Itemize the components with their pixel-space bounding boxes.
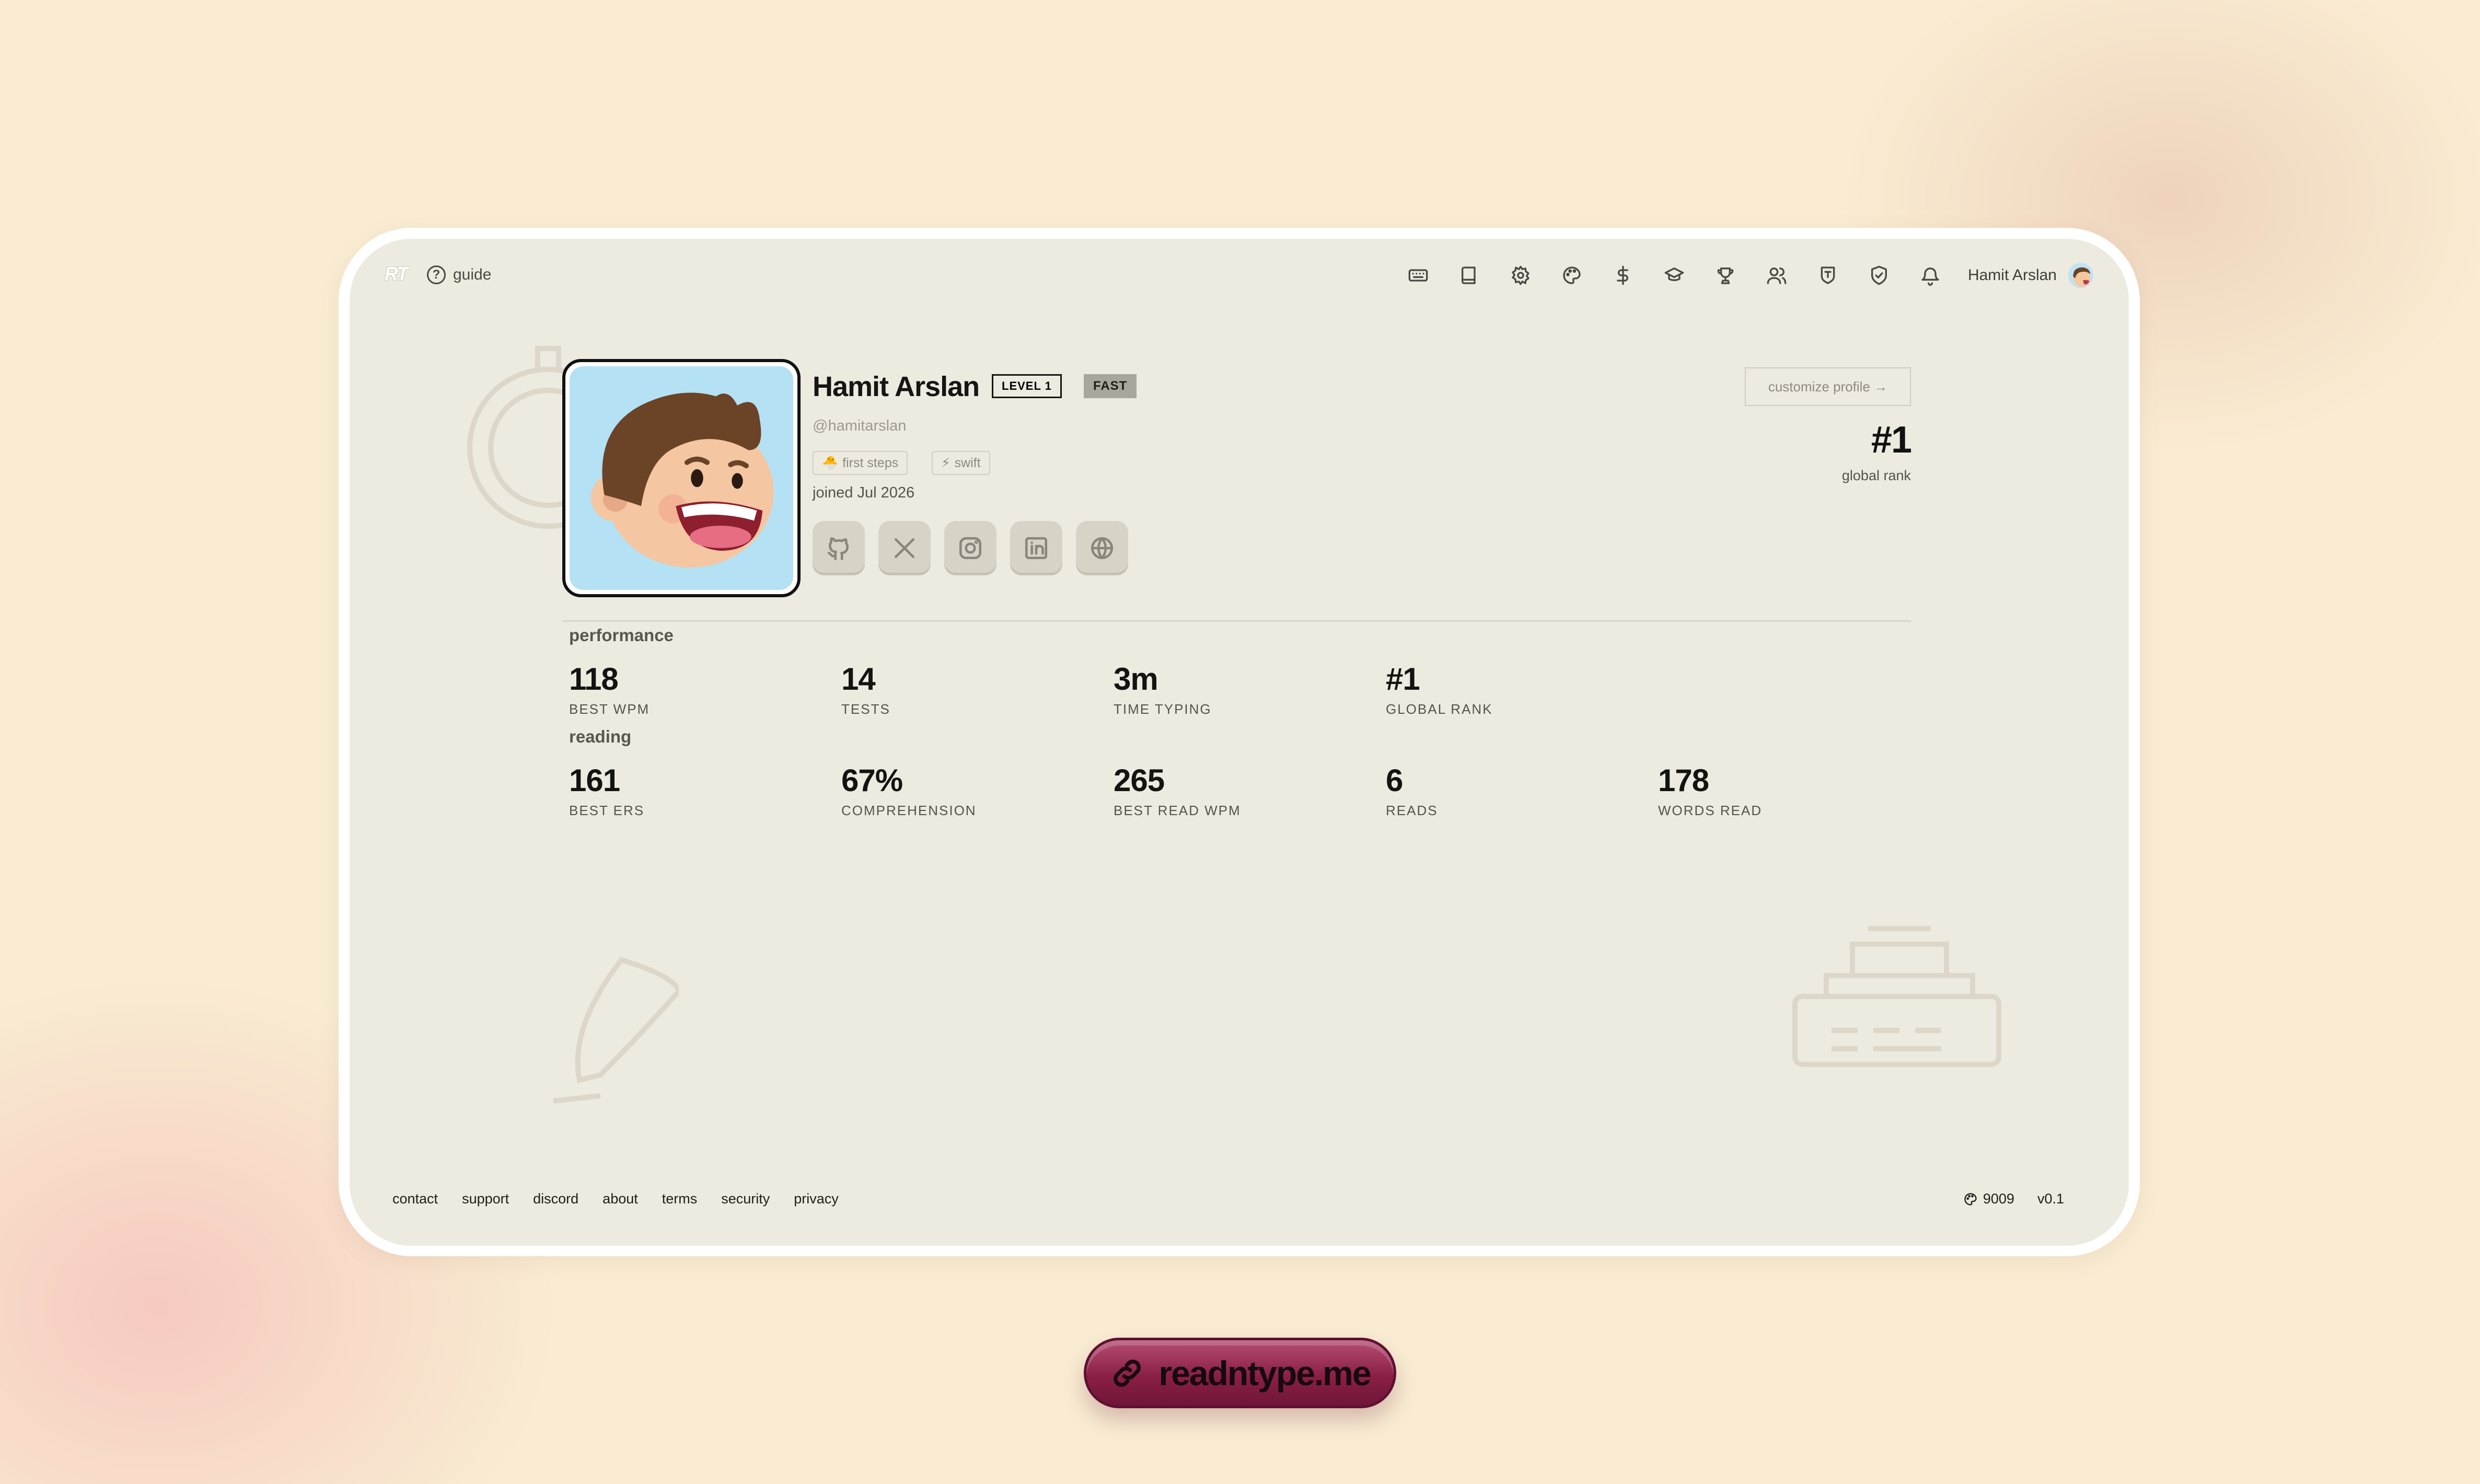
graduation-cap-icon[interactable]: [1660, 261, 1689, 290]
linkedin-icon: [1025, 537, 1048, 560]
lightning-icon: ⚡: [941, 456, 951, 470]
top-nav: Hamit Arslan: [1382, 261, 2093, 290]
footer-link-contact[interactable]: contact: [392, 1191, 438, 1207]
stat-value: 6: [1386, 763, 1403, 798]
trophy-icon[interactable]: [1711, 261, 1740, 290]
gear-icon[interactable]: [1506, 261, 1535, 290]
footer-link-support[interactable]: support: [462, 1191, 509, 1207]
stat-best-read-wpm: 265 BEST READ WPM: [1114, 762, 1241, 819]
stat-label: READS: [1386, 803, 1438, 818]
globe-icon: [1091, 537, 1114, 560]
app-logo[interactable]: RT: [385, 263, 408, 285]
app-screen: RT ? guide Hamit Arslan Hamit Arslan LEV…: [350, 239, 2129, 1246]
x-icon: [895, 538, 914, 558]
speed-badge: FAST: [1084, 374, 1137, 398]
social-links: [813, 521, 1128, 575]
footer-links: contact support discord about terms secu…: [392, 1191, 839, 1207]
linkedin-link[interactable]: [1010, 521, 1062, 575]
palette-icon: [1964, 1192, 1977, 1205]
avatar: [570, 366, 793, 590]
stat-label: BEST ERS: [569, 803, 645, 818]
book-icon[interactable]: [1455, 261, 1484, 290]
tag-label: first steps: [842, 455, 899, 470]
stat-value: 3m: [1114, 662, 1158, 697]
stat-value: 14: [841, 662, 876, 697]
stat-value: #1: [1386, 662, 1420, 697]
stat-words-read: 178 WORDS READ: [1658, 762, 1762, 819]
stat-value: 161: [569, 763, 620, 798]
divider: [563, 620, 1911, 622]
site-url-button[interactable]: readntype.me: [1084, 1338, 1396, 1408]
instagram-icon: [959, 537, 982, 560]
stat-tests: 14 TESTS: [841, 661, 890, 717]
stat-value: 178: [1658, 763, 1709, 798]
achievement-tag-first-steps[interactable]: 🐣 first steps: [813, 451, 908, 475]
theme-count[interactable]: 9009: [1963, 1191, 2014, 1207]
global-rank-label: global rank: [1841, 468, 1911, 483]
user-name: Hamit Arslan: [1967, 266, 2057, 284]
profile-handle: @hamitarslan: [813, 418, 907, 434]
stat-global-rank: #1 GLOBAL RANK: [1386, 661, 1493, 717]
keyboard-icon[interactable]: [1404, 261, 1433, 290]
stat-best-ers: 161 BEST ERS: [569, 762, 644, 819]
github-link[interactable]: [813, 521, 865, 575]
customize-profile-button[interactable]: customize profile →: [1745, 367, 1911, 406]
stat-label: BEST WPM: [569, 701, 650, 717]
stat-comprehension: 67% COMPREHENSION: [841, 762, 977, 819]
stat-value: 67%: [841, 763, 903, 798]
user-menu[interactable]: Hamit Arslan: [1968, 263, 2093, 288]
stat-value: 265: [1114, 763, 1165, 798]
shield-badge-icon[interactable]: [1813, 261, 1842, 290]
users-icon[interactable]: [1762, 261, 1791, 290]
global-rank-value: #1: [1871, 419, 1912, 461]
help-circle-icon: ?: [427, 265, 446, 284]
guide-link[interactable]: ? guide: [427, 263, 491, 287]
avatar: [2068, 263, 2093, 288]
github-icon: [827, 537, 849, 561]
x-link[interactable]: [878, 521, 931, 575]
palette-icon[interactable]: [1557, 261, 1586, 290]
stat-label: TIME TYPING: [1114, 701, 1212, 717]
reading-title: reading: [569, 727, 632, 746]
version-label: v0.1: [2037, 1191, 2064, 1207]
profile-name: Hamit Arslan: [813, 371, 980, 402]
website-link[interactable]: [1076, 521, 1128, 575]
theme-count-value: 9009: [1983, 1191, 2014, 1207]
level-badge: LEVEL 1: [992, 374, 1062, 398]
stat-label: GLOBAL RANK: [1386, 701, 1493, 717]
performance-title: performance: [569, 625, 674, 645]
stat-value: 118: [569, 662, 619, 697]
stat-label: TESTS: [841, 701, 890, 717]
footer-link-terms[interactable]: terms: [662, 1191, 698, 1207]
guide-label: guide: [453, 266, 492, 283]
typewriter-decoration: [1790, 923, 2009, 1083]
joined-date: joined Jul 2026: [813, 484, 915, 501]
footer-meta: 9009 v0.1: [1963, 1191, 2064, 1207]
site-url-text: readntype.me: [1158, 1353, 1371, 1393]
footer-link-about[interactable]: about: [602, 1191, 638, 1207]
link-icon: [1114, 1359, 1141, 1387]
dollar-icon[interactable]: [1608, 261, 1638, 290]
footer-link-discord[interactable]: discord: [533, 1191, 578, 1207]
instagram-link[interactable]: [944, 521, 996, 575]
stat-time-typing: 3m TIME TYPING: [1114, 661, 1212, 717]
stat-label: COMPREHENSION: [841, 803, 977, 818]
stat-label: WORDS READ: [1658, 803, 1763, 818]
bell-icon[interactable]: [1916, 261, 1945, 290]
shield-check-icon[interactable]: [1864, 261, 1894, 290]
quill-decoration: [543, 955, 682, 1114]
footer-link-privacy[interactable]: privacy: [794, 1191, 839, 1207]
profile-avatar-frame[interactable]: [562, 359, 801, 597]
stat-best-wpm: 118 BEST WPM: [569, 661, 650, 717]
chick-icon: 🐣: [822, 455, 839, 470]
footer-link-security[interactable]: security: [721, 1191, 770, 1207]
tag-label: swift: [954, 455, 981, 470]
achievement-tag-swift[interactable]: ⚡ swift: [932, 451, 990, 475]
stat-label: BEST READ WPM: [1114, 803, 1241, 818]
stat-reads: 6 READS: [1386, 762, 1438, 819]
